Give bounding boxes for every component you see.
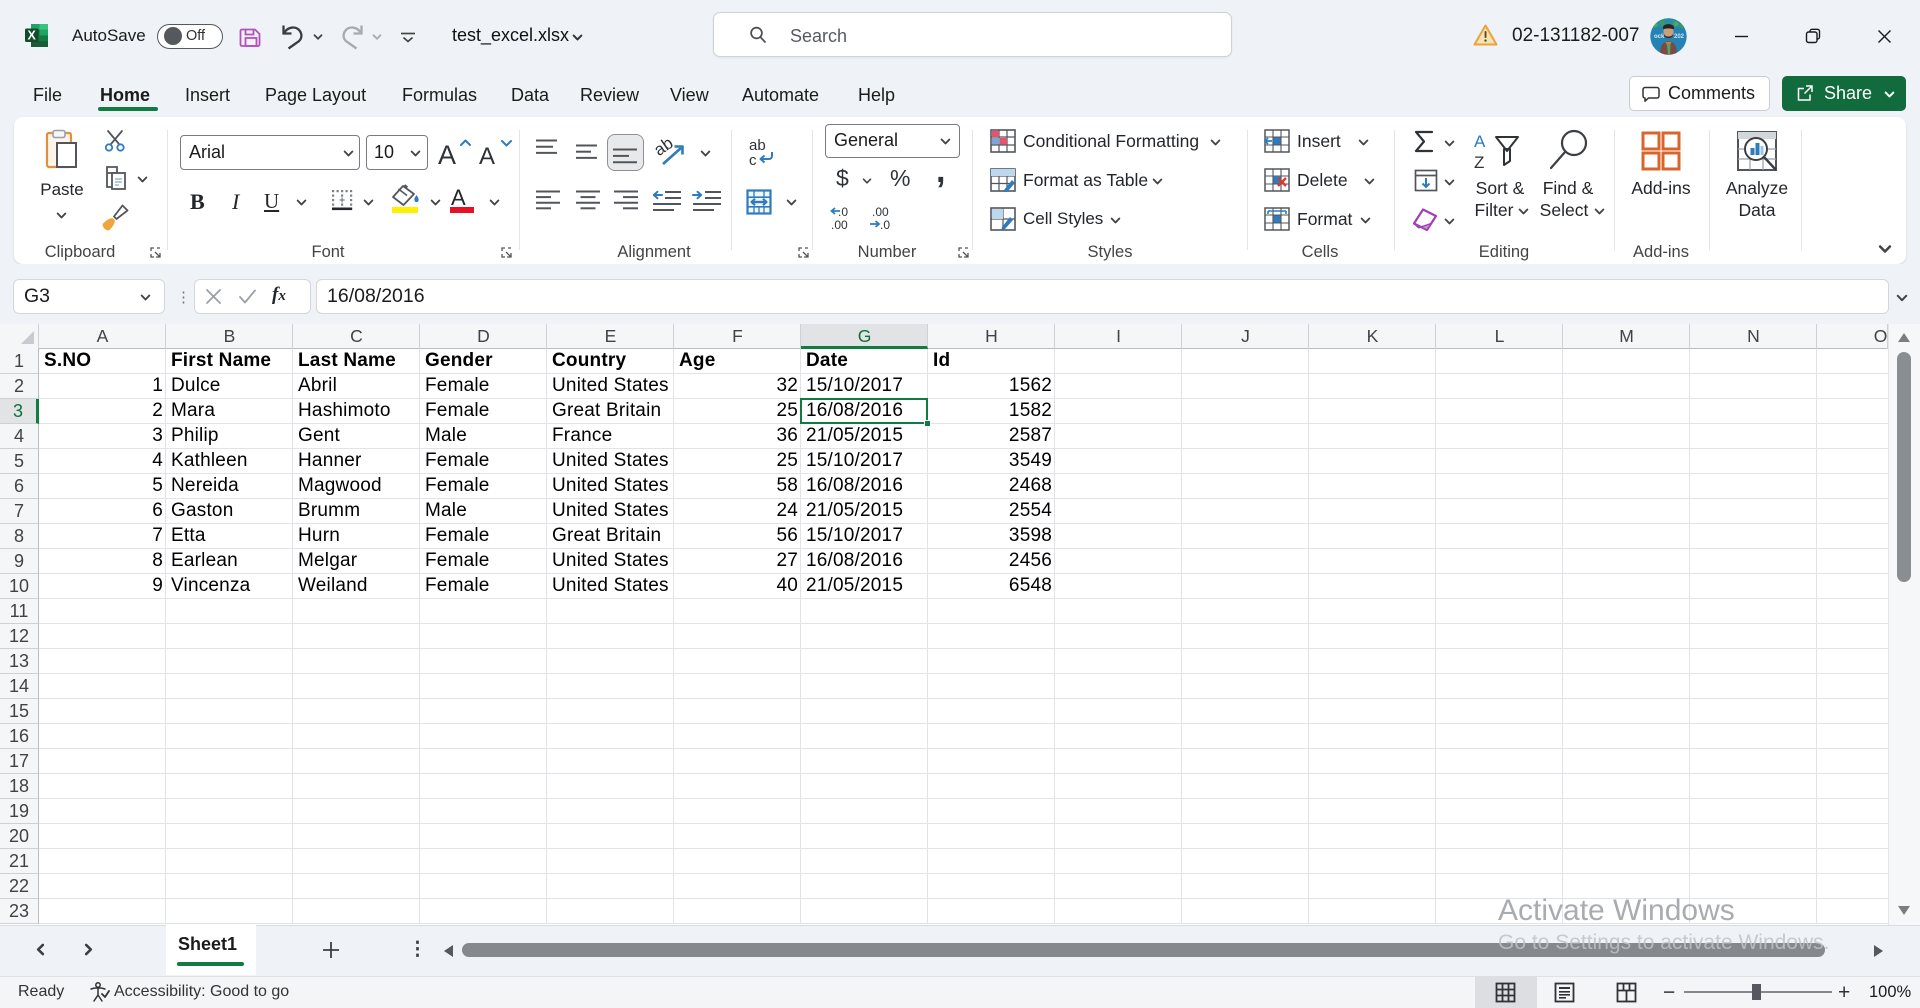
svg-text:.00: .00 (831, 218, 848, 231)
svg-text:.0: .0 (838, 205, 848, 219)
svg-text:.00: .00 (872, 205, 889, 219)
svg-text:A: A (1474, 132, 1486, 151)
svg-text:ock: ock (1654, 34, 1665, 40)
svg-text:A: A (438, 140, 456, 168)
svg-text:A: A (479, 143, 495, 168)
svg-text:.0: .0 (880, 218, 890, 231)
svg-text:c: c (749, 152, 757, 168)
svg-text:Z: Z (1474, 153, 1484, 171)
svg-text:X: X (28, 29, 37, 43)
svg-text:202: 202 (1674, 34, 1685, 40)
